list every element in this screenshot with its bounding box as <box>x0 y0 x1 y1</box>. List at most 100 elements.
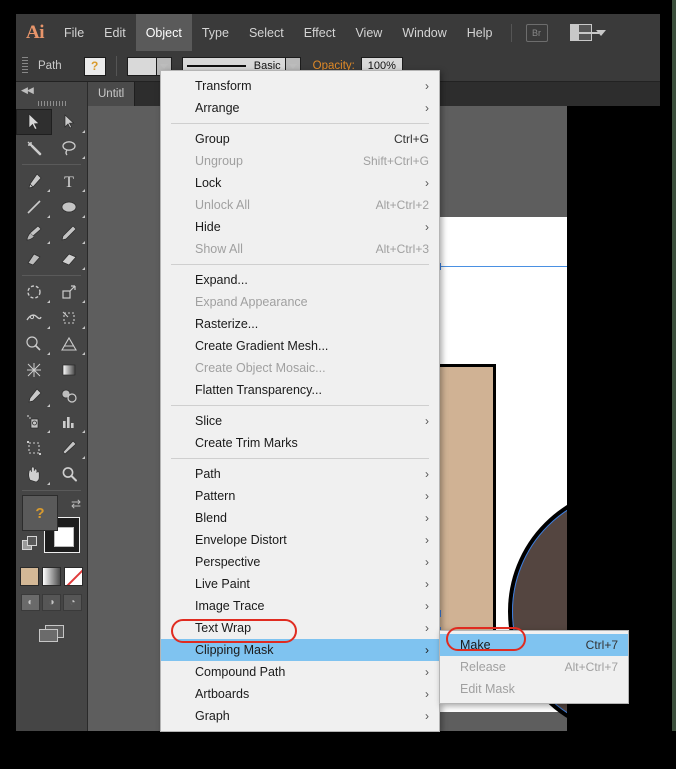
draw-behind-mode[interactable]: ◑ <box>42 594 61 611</box>
bridge-icon[interactable]: Br <box>525 23 548 42</box>
menu-item-envelope-distort[interactable]: Envelope Distort › <box>161 529 439 551</box>
menu-item-compound-path[interactable]: Compound Path › <box>161 661 439 683</box>
control-divider-1 <box>115 56 117 76</box>
shape-builder-tool[interactable] <box>16 331 52 357</box>
menu-edit[interactable]: Edit <box>94 14 136 51</box>
blob-brush-tool[interactable] <box>16 246 52 272</box>
menu-file[interactable]: File <box>54 14 94 51</box>
menu-item-rasterize[interactable]: Rasterize... <box>161 313 439 335</box>
ellipse-tool[interactable] <box>52 194 88 220</box>
object-dropdown-menu[interactable]: Transform › Arrange › Group Ctrl+G Ungro… <box>160 70 440 732</box>
submenu-item-make[interactable]: Make Ctrl+7 <box>440 634 628 656</box>
stroke-weight-field[interactable] <box>126 56 157 76</box>
document-tab[interactable]: Untitl <box>88 82 136 106</box>
menu-item-path[interactable]: Path › <box>161 463 439 485</box>
bottom-letterbox <box>0 731 676 769</box>
gradient-tool[interactable] <box>52 357 88 383</box>
magic-wand-tool[interactable] <box>16 135 52 161</box>
submenu-arrow-icon: › <box>425 643 429 657</box>
submenu-item-release: Release Alt+Ctrl+7 <box>440 656 628 678</box>
direct-selection-tool[interactable] <box>52 109 88 135</box>
menu-item-ungroup: Ungroup Shift+Ctrl+G <box>161 150 439 172</box>
free-transform-tool[interactable] <box>52 305 88 331</box>
change-screen-mode-icon[interactable] <box>16 625 87 643</box>
menu-item-text-wrap[interactable]: Text Wrap › <box>161 617 439 639</box>
menu-item-label: Lock <box>195 176 222 190</box>
perspective-grid-tool[interactable] <box>52 331 88 357</box>
menu-item-lock[interactable]: Lock › <box>161 172 439 194</box>
symbol-sprayer-tool[interactable] <box>16 409 52 435</box>
left-letterbox <box>0 0 16 769</box>
menu-item-label: Graph <box>195 709 230 723</box>
draw-inside-mode[interactable]: ◔ <box>63 594 82 611</box>
menu-item-label: Envelope Distort <box>195 533 287 547</box>
rotate-tool[interactable] <box>16 279 52 305</box>
menu-item-label: Compound Path <box>195 665 286 679</box>
menu-item-graph[interactable]: Graph › <box>161 705 439 727</box>
swap-fill-stroke-icon[interactable]: ⇄ <box>71 497 81 511</box>
column-graph-tool[interactable] <box>52 409 88 435</box>
scale-icon <box>62 285 76 299</box>
menu-select[interactable]: Select <box>239 14 294 51</box>
free-transform-icon <box>62 311 75 324</box>
pencil-tool[interactable] <box>52 220 88 246</box>
fill-swatch-button[interactable]: ? <box>83 56 106 76</box>
line-segment-tool[interactable] <box>16 194 52 220</box>
tools-panel-grip[interactable] <box>16 98 87 109</box>
hand-tool[interactable] <box>16 461 52 487</box>
eyedropper-tool[interactable] <box>16 383 52 409</box>
menu-item-flatten-transparency[interactable]: Flatten Transparency... <box>161 379 439 401</box>
scale-tool[interactable] <box>52 279 88 305</box>
width-tool[interactable] <box>16 305 52 331</box>
pen-nib-icon <box>28 173 42 189</box>
menu-item-blend[interactable]: Blend › <box>161 507 439 529</box>
selection-tool[interactable] <box>16 109 52 135</box>
menu-item-group[interactable]: Group Ctrl+G <box>161 128 439 150</box>
pen-tool[interactable] <box>16 168 52 194</box>
gradient-swatch[interactable] <box>42 567 61 586</box>
menu-item-arrange[interactable]: Arrange › <box>161 97 439 119</box>
menu-item-artboards[interactable]: Artboards › <box>161 683 439 705</box>
eraser-tool[interactable] <box>52 246 88 272</box>
fill-stroke-controls: ? ⇄ <box>16 495 87 561</box>
draw-normal-mode[interactable]: ◐ <box>21 594 40 611</box>
menu-item-pattern[interactable]: Pattern › <box>161 485 439 507</box>
submenu-item-edit-mask: Edit Mask <box>440 678 628 700</box>
draw-mode-row: ◐ ◑ ◔ <box>16 594 87 611</box>
menu-type[interactable]: Type <box>192 14 239 51</box>
menu-item-create-trim-marks[interactable]: Create Trim Marks <box>161 432 439 454</box>
control-bar-grip[interactable] <box>22 57 28 75</box>
none-swatch[interactable] <box>64 567 83 586</box>
menu-item-clipping-mask[interactable]: Clipping Mask › <box>161 639 439 661</box>
mesh-icon <box>26 363 41 377</box>
menu-window[interactable]: Window <box>392 14 456 51</box>
menu-item-slice[interactable]: Slice › <box>161 410 439 432</box>
menu-effect[interactable]: Effect <box>294 14 346 51</box>
menu-item-expand[interactable]: Expand... <box>161 269 439 291</box>
menu-help[interactable]: Help <box>457 14 503 51</box>
menu-item-live-paint[interactable]: Live Paint › <box>161 573 439 595</box>
fill-color-box[interactable]: ? <box>22 495 58 531</box>
menu-item-shortcut: Alt+Ctrl+2 <box>375 198 429 212</box>
type-tool[interactable]: T <box>52 168 88 194</box>
menu-view[interactable]: View <box>345 14 392 51</box>
menu-item-image-trace[interactable]: Image Trace › <box>161 595 439 617</box>
artboard-tool[interactable] <box>16 435 52 461</box>
clipping-mask-submenu[interactable]: Make Ctrl+7 Release Alt+Ctrl+7 Edit Mask <box>439 630 629 704</box>
mesh-tool[interactable] <box>16 357 52 383</box>
color-swatch[interactable] <box>20 567 39 586</box>
menu-object[interactable]: Object <box>135 14 192 51</box>
menu-item-hide[interactable]: Hide › <box>161 216 439 238</box>
menu-item-transform[interactable]: Transform › <box>161 75 439 97</box>
menu-item-shortcut: Shift+Ctrl+G <box>362 154 429 168</box>
menu-item-create-gradient-mesh[interactable]: Create Gradient Mesh... <box>161 335 439 357</box>
menu-item-perspective[interactable]: Perspective › <box>161 551 439 573</box>
default-fill-stroke-icon[interactable] <box>22 536 38 557</box>
lasso-tool[interactable] <box>52 135 88 161</box>
slice-tool[interactable] <box>52 435 88 461</box>
paintbrush-tool[interactable] <box>16 220 52 246</box>
tools-panel-collapse[interactable]: ◀◀ <box>16 82 87 98</box>
blend-tool[interactable] <box>52 383 88 409</box>
arrange-documents-button[interactable] <box>569 24 606 41</box>
zoom-tool[interactable] <box>52 461 88 487</box>
